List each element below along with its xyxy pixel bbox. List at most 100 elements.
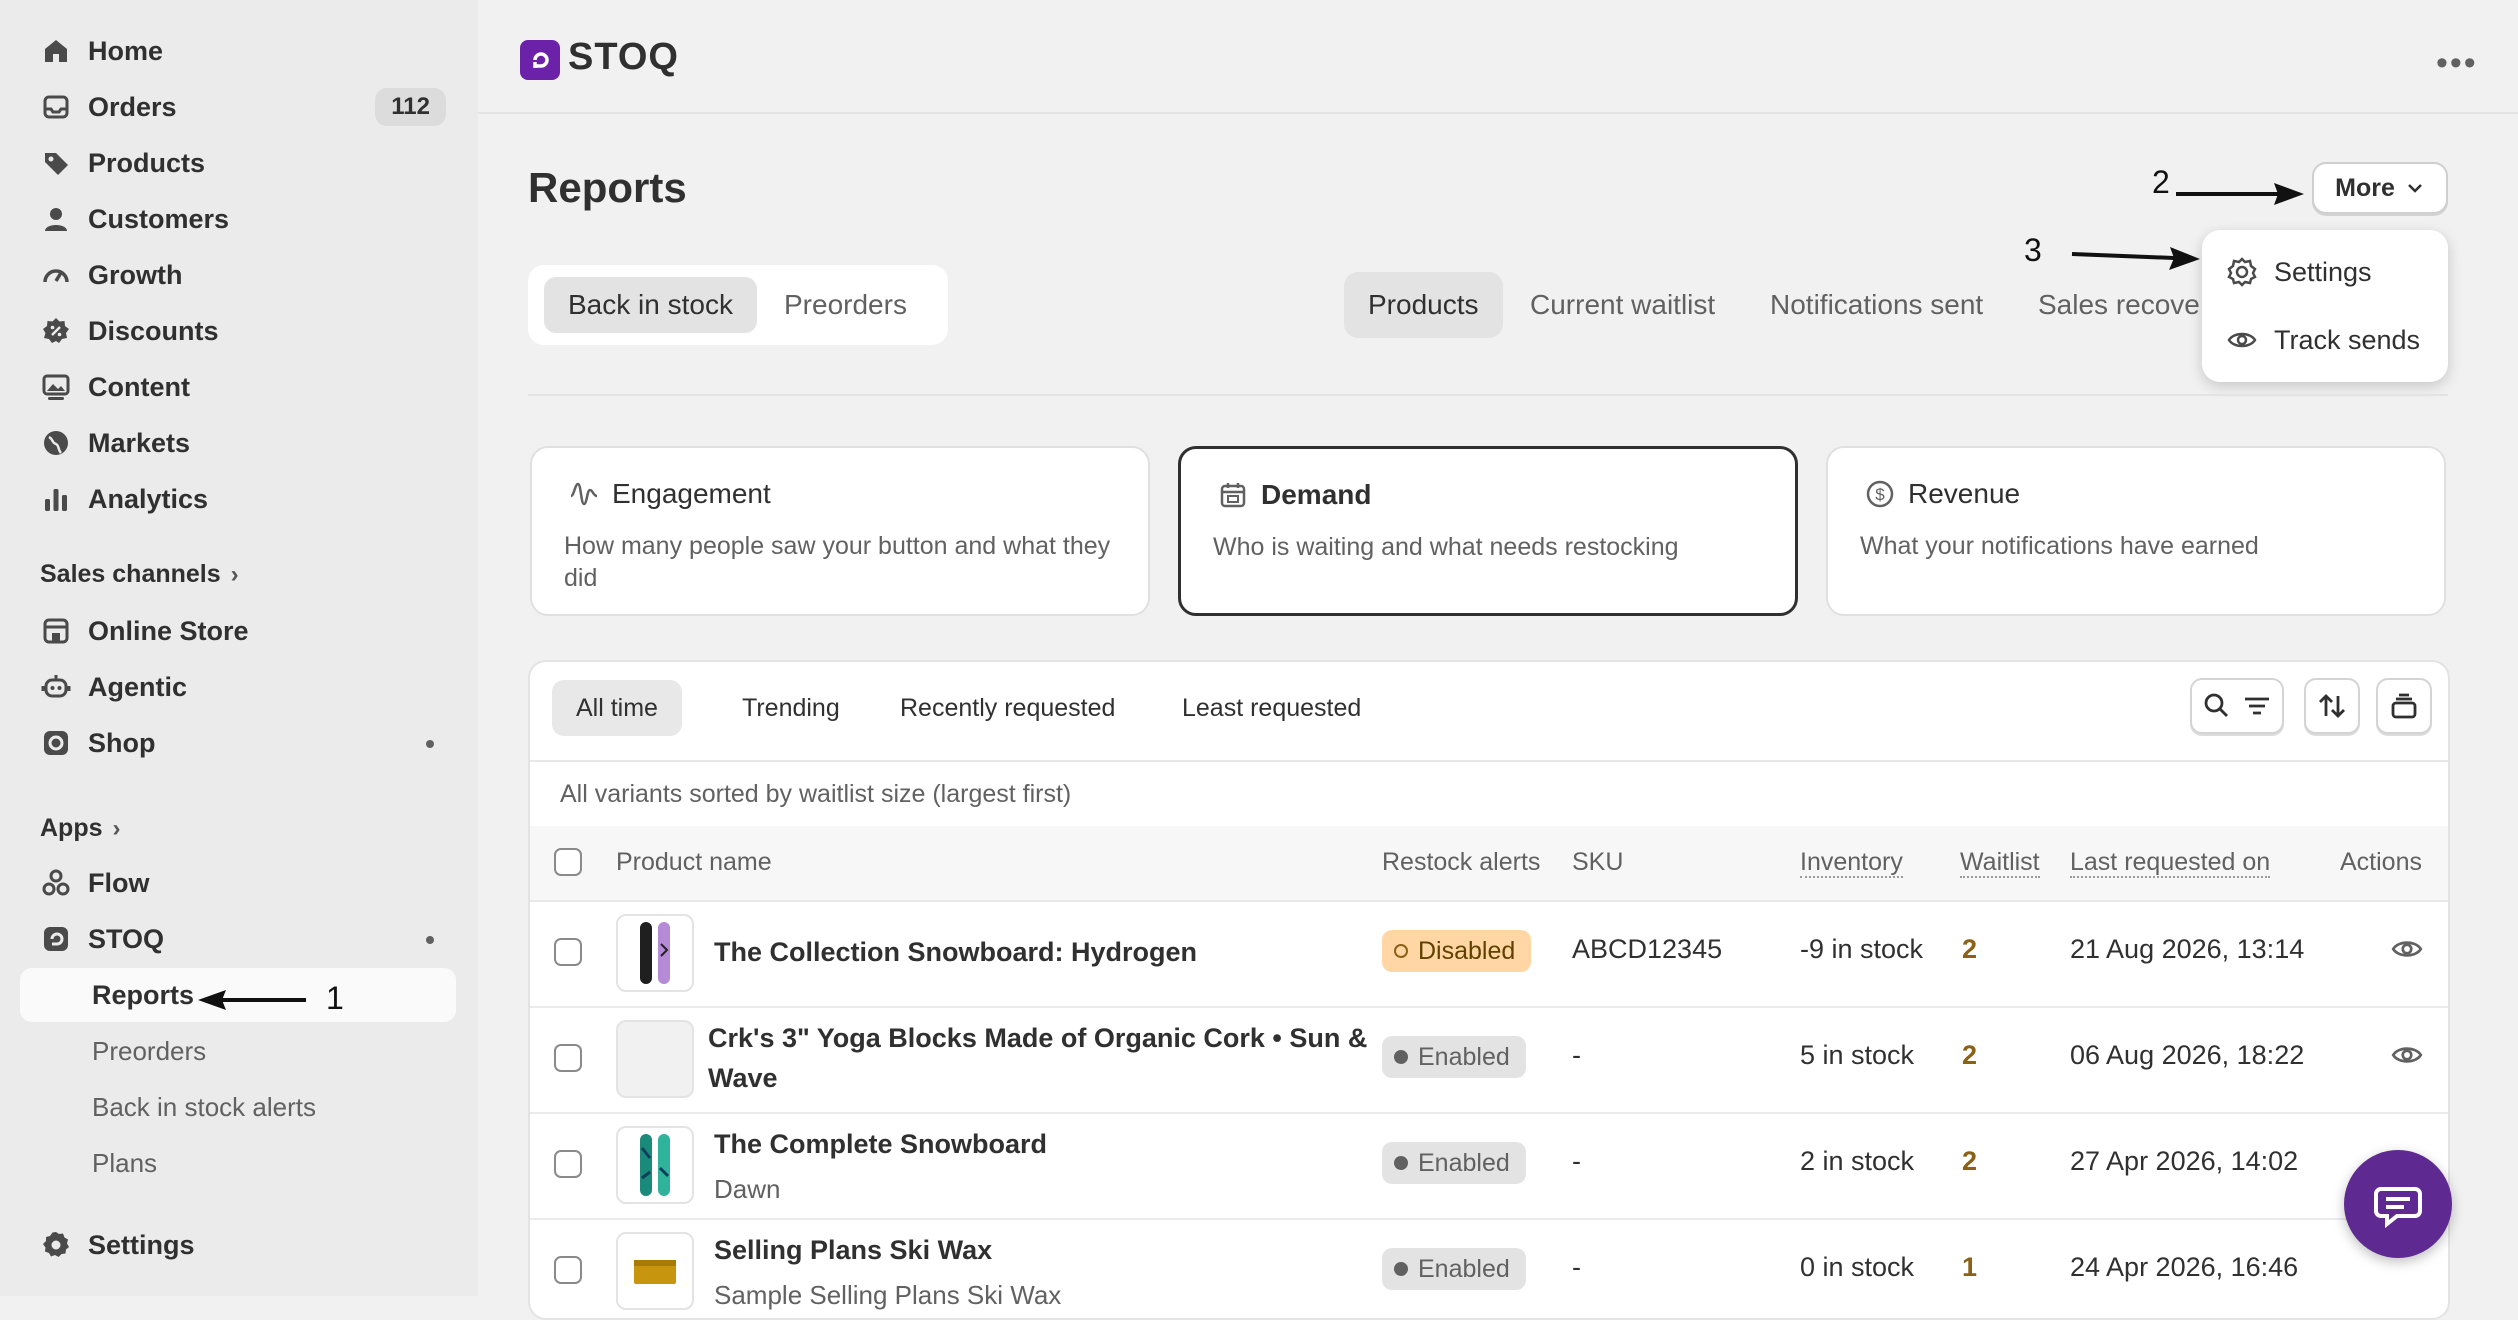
- stoq-logo-icon: [520, 40, 560, 80]
- status-badge: Enabled: [1382, 1036, 1526, 1078]
- column-label: Inventory: [1800, 848, 1903, 878]
- filter-icon: [2245, 697, 2269, 715]
- card-revenue[interactable]: $ Revenue What your notifications have e…: [1826, 446, 2446, 616]
- sidebar-item-back-in-stock-alerts[interactable]: Back in stock alerts: [20, 1080, 456, 1134]
- tab-current-waitlist[interactable]: Current waitlist: [1506, 272, 1739, 338]
- column-waitlist[interactable]: Waitlist: [1960, 848, 2040, 878]
- select-all-checkbox[interactable]: [554, 848, 582, 876]
- product-thumbnail: [616, 1020, 694, 1098]
- sidebar-item-home[interactable]: Home: [20, 24, 456, 78]
- sidebar-item-growth[interactable]: Growth: [20, 248, 456, 302]
- home-icon: [36, 31, 76, 71]
- sidebar-item-agentic[interactable]: Agentic: [20, 660, 456, 714]
- row-checkbox[interactable]: [554, 1044, 582, 1072]
- chat-support-button[interactable]: [2344, 1150, 2452, 1258]
- gauge-icon: [36, 255, 76, 295]
- product-name-line: Crk's 3" Yoga Blocks Made of Organic Cor…: [708, 1023, 1368, 1053]
- column-inventory[interactable]: Inventory: [1800, 848, 1903, 878]
- row-checkbox[interactable]: [554, 938, 582, 966]
- filter-recently-requested[interactable]: Recently requested: [876, 680, 1139, 736]
- flow-icon: [36, 863, 76, 903]
- waitlist-value: 2: [1962, 1146, 1978, 1176]
- sidebar-item-label: Agentic: [88, 671, 188, 702]
- sidebar-item-label: Orders: [88, 91, 177, 122]
- calendar-box-icon: [1220, 483, 1246, 508]
- tab-products[interactable]: Products: [1344, 272, 1503, 338]
- sidebar-item-products[interactable]: Products: [20, 136, 456, 190]
- table-row[interactable]: Selling Plans Ski Wax Sample Selling Pla…: [530, 1218, 2448, 1318]
- waitlist-value: 2: [1962, 934, 1978, 964]
- sidebar-item-content[interactable]: Content: [20, 360, 456, 414]
- product-thumbnail: [616, 1126, 694, 1204]
- sidebar-item-label: Plans: [92, 1147, 158, 1178]
- product-name[interactable]: Selling Plans Ski Wax: [714, 1230, 992, 1270]
- view-options-button[interactable]: [2376, 678, 2432, 734]
- menu-item-settings[interactable]: Settings: [2226, 250, 2372, 294]
- view-eye-icon[interactable]: [2390, 1038, 2424, 1072]
- menu-item-track-sends[interactable]: Track sends: [2226, 318, 2420, 362]
- filter-all-time[interactable]: All time: [552, 680, 682, 736]
- apps-section[interactable]: Apps ›: [40, 814, 121, 843]
- inbox-icon: [36, 87, 76, 127]
- tab-sales-recovered[interactable]: Sales recove: [2014, 272, 2202, 338]
- product-thumbnail: [616, 1232, 694, 1310]
- more-button-label: More: [2335, 173, 2395, 202]
- table-row[interactable]: The Collection Snowboard: Hydrogen Disab…: [530, 900, 2448, 1008]
- status-label: Enabled: [1418, 1148, 1510, 1177]
- sidebar-item-stoq[interactable]: STOQ: [20, 912, 456, 966]
- sidebar-item-preorders[interactable]: Preorders: [20, 1024, 456, 1078]
- sidebar-item-online-store[interactable]: Online Store: [20, 604, 456, 658]
- product-name[interactable]: The Complete Snowboard: [714, 1124, 1047, 1164]
- product-name[interactable]: Crk's 3" Yoga Blocks Made of Organic Cor…: [708, 1018, 1367, 1098]
- sidebar-item-orders[interactable]: Orders 112: [20, 80, 456, 134]
- last-requested-value: 21 Aug 2026, 13:14: [2070, 934, 2305, 964]
- search-icon: [2204, 693, 2228, 717]
- sidebar-item-markets[interactable]: Markets: [20, 416, 456, 470]
- sidebar-item-label: Customers: [88, 203, 230, 234]
- sort-button[interactable]: [2304, 678, 2360, 734]
- sidebar-item-customers[interactable]: Customers: [20, 192, 456, 246]
- sidebar-item-settings[interactable]: Settings: [20, 1218, 456, 1272]
- sales-channels-section[interactable]: Sales channels ›: [40, 560, 239, 589]
- filter-least-requested[interactable]: Least requested: [1158, 680, 1385, 736]
- image-icon: [36, 367, 76, 407]
- sidebar-item-label: Home: [88, 35, 164, 66]
- table-row[interactable]: Crk's 3" Yoga Blocks Made of Organic Cor…: [530, 1006, 2448, 1114]
- agent-icon: [36, 667, 76, 707]
- card-engagement[interactable]: Engagement How many people saw your butt…: [530, 446, 1150, 616]
- stoq-icon: [36, 919, 76, 959]
- product-thumbnail: [616, 914, 694, 992]
- segment-preorders[interactable]: Preorders: [760, 277, 931, 333]
- sidebar-item-label: Flow: [88, 867, 150, 898]
- search-filter-button[interactable]: [2190, 678, 2284, 734]
- dollar-circle-icon: $: [1866, 480, 1894, 508]
- column-product-name: Product name: [616, 848, 772, 876]
- more-options-icon[interactable]: •••: [2436, 44, 2478, 83]
- sidebar-item-analytics[interactable]: Analytics: [20, 472, 456, 526]
- globe-icon: [36, 423, 76, 463]
- more-button[interactable]: More: [2312, 162, 2448, 214]
- menu-item-label: Settings: [2274, 256, 2372, 287]
- sidebar-item-plans[interactable]: Plans: [20, 1136, 456, 1190]
- card-description: What your notifications have earned: [1860, 532, 2259, 560]
- annotation-arrow-2: [2176, 183, 2304, 205]
- more-dropdown-menu: Settings Track sends: [2202, 230, 2448, 382]
- product-name[interactable]: The Collection Snowboard: Hydrogen: [714, 932, 1197, 972]
- last-requested-value: 27 Apr 2026, 14:02: [2070, 1146, 2299, 1176]
- tab-notifications-sent[interactable]: Notifications sent: [1746, 272, 2007, 338]
- products-table-panel: All time Trending Recently requested Lea…: [528, 660, 2450, 1320]
- card-description: Who is waiting and what needs restocking: [1213, 533, 1679, 561]
- filter-trending[interactable]: Trending: [718, 680, 864, 736]
- row-checkbox[interactable]: [554, 1150, 582, 1178]
- segment-back-in-stock[interactable]: Back in stock: [544, 277, 757, 333]
- table-row[interactable]: The Complete Snowboard Dawn Enabled - 2 …: [530, 1112, 2448, 1220]
- column-last-requested[interactable]: Last requested on: [2070, 848, 2271, 878]
- view-eye-icon[interactable]: [2390, 932, 2424, 966]
- sidebar-item-flow[interactable]: Flow: [20, 856, 456, 910]
- sidebar-item-shop[interactable]: Shop: [20, 716, 456, 770]
- sidebar-item-label: Discounts: [88, 315, 219, 346]
- sidebar-item-label: Markets: [88, 427, 191, 458]
- sidebar-item-discounts[interactable]: Discounts: [20, 304, 456, 358]
- row-checkbox[interactable]: [554, 1256, 582, 1284]
- card-demand[interactable]: Demand Who is waiting and what needs res…: [1178, 446, 1798, 616]
